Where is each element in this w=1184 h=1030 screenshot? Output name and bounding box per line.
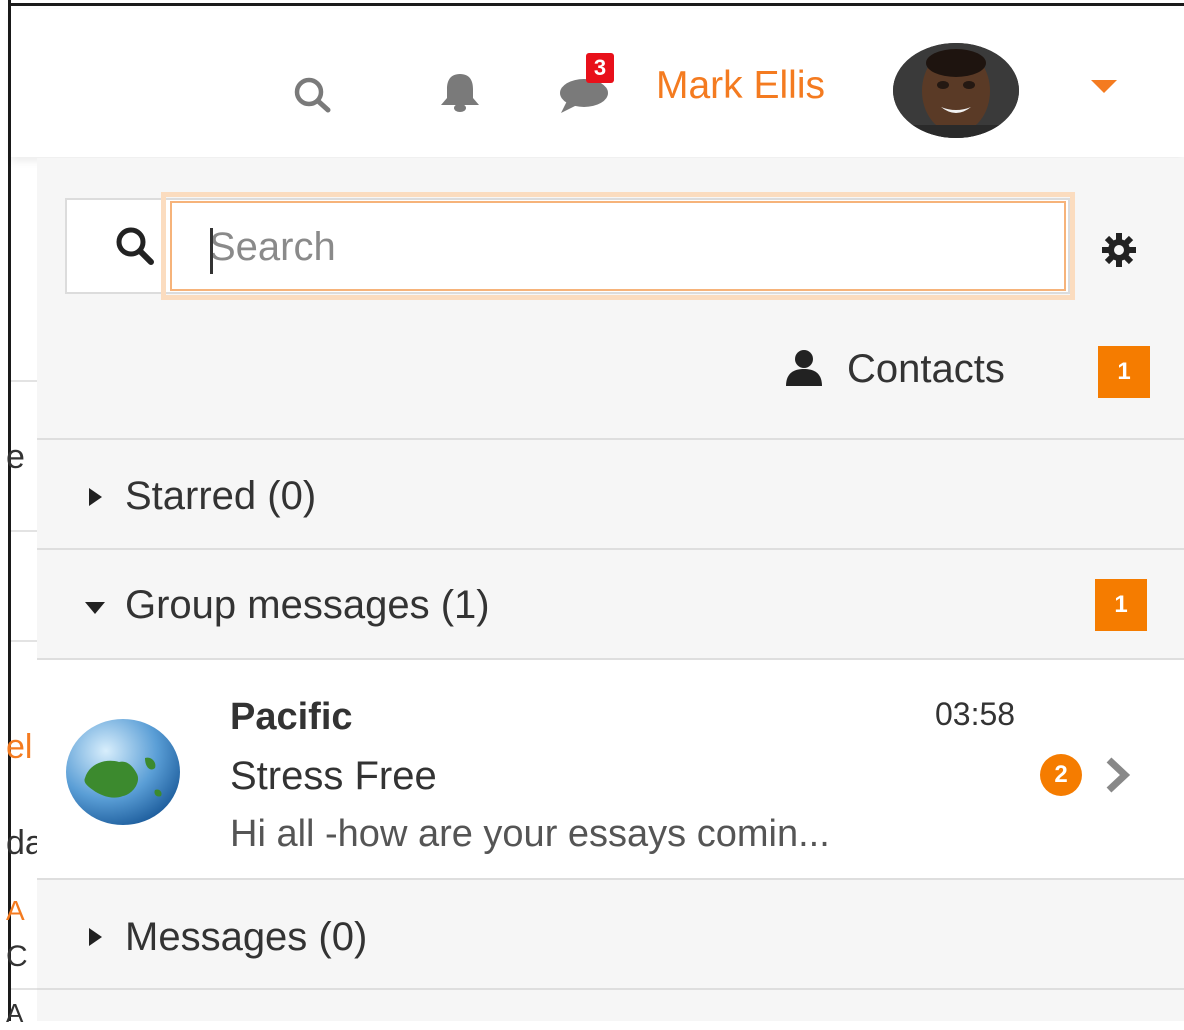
section-divider: [37, 438, 1184, 440]
window-top-border: [0, 0, 1184, 6]
search-icon[interactable]: [291, 75, 337, 120]
window-left-border: [0, 0, 11, 1021]
message-drawer: Contacts 1 Starred (0) Group messages (1…: [37, 158, 1184, 1021]
page-text-fragment: e: [6, 438, 25, 476]
messages-count-badge: 3: [586, 53, 614, 83]
page-text-fragment: C: [6, 940, 28, 973]
conversation-item[interactable]: Pacific 03:58 Stress Free Hi all -how ar…: [37, 660, 1184, 880]
bell-icon[interactable]: [435, 71, 485, 118]
section-group-messages[interactable]: Group messages (1): [125, 582, 490, 628]
page-text-fragment: A: [6, 998, 24, 1028]
search-icon: [113, 224, 159, 275]
page-divider: [11, 988, 37, 990]
page-link-fragment[interactable]: el: [6, 730, 32, 764]
user-name-link[interactable]: Mark Ellis: [656, 64, 825, 108]
group-messages-count-badge: 1: [1095, 579, 1147, 631]
page-content-strip: [11, 158, 37, 1021]
section-divider: [37, 878, 1184, 880]
group-avatar-globe: [63, 716, 183, 828]
caret-right-icon: [89, 928, 102, 946]
text-cursor: [210, 228, 213, 274]
conversation-preview: Hi all -how are your essays comin...: [230, 813, 830, 855]
gear-icon[interactable]: [1099, 230, 1139, 275]
user-menu-caret-icon[interactable]: [1091, 80, 1117, 93]
section-messages[interactable]: Messages (0): [125, 914, 367, 960]
page-divider: [11, 640, 37, 642]
page-link-fragment[interactable]: A: [6, 894, 25, 928]
contacts-count-badge: 1: [1098, 346, 1150, 398]
search-input[interactable]: [209, 206, 1059, 288]
chevron-right-icon[interactable]: [1103, 756, 1133, 799]
contacts-link[interactable]: Contacts: [847, 346, 1005, 392]
section-divider: [37, 548, 1184, 550]
conversation-group-name: Pacific: [230, 696, 353, 738]
page-divider: [11, 380, 37, 382]
caret-down-icon: [85, 602, 105, 614]
section-divider: [37, 988, 1184, 990]
section-starred[interactable]: Starred (0): [125, 473, 316, 519]
unread-count-badge: 2: [1040, 754, 1082, 796]
user-avatar[interactable]: [893, 43, 1019, 138]
top-navbar: 3 Mark Ellis: [11, 9, 1184, 157]
caret-right-icon: [89, 488, 102, 506]
contacts-icon: [782, 348, 826, 393]
conversation-time: 03:58: [935, 696, 1016, 732]
conversation-title: Stress Free: [230, 754, 437, 798]
page-divider: [11, 530, 37, 532]
